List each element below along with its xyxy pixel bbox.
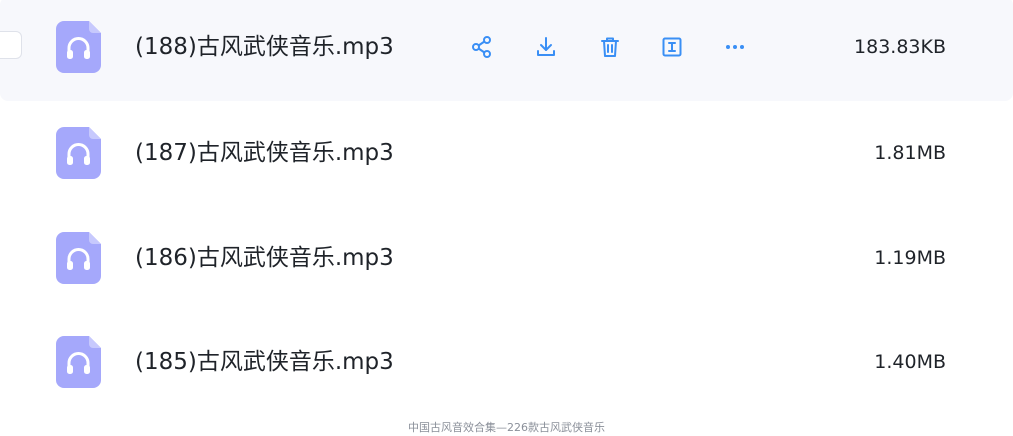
- headphones-file-icon: [56, 232, 101, 284]
- file-name[interactable]: (188)古风武侠音乐.mp3: [135, 30, 394, 64]
- row-checkbox[interactable]: [0, 31, 22, 59]
- footer-caption: 中国古风音效合集—226款古风武侠音乐: [408, 421, 605, 434]
- file-size: 183.83KB: [854, 36, 946, 58]
- file-name[interactable]: (187)古风武侠音乐.mp3: [135, 136, 394, 170]
- more-icon[interactable]: [721, 33, 749, 61]
- file-row[interactable]: (187)古风武侠音乐.mp3 1.81MB: [0, 103, 1013, 207]
- download-icon[interactable]: [532, 33, 560, 61]
- file-size: 1.19MB: [874, 247, 946, 269]
- file-size: 1.81MB: [874, 142, 946, 164]
- file-row[interactable]: (185)古风武侠音乐.mp3 1.40MB: [0, 312, 1013, 416]
- file-row[interactable]: (186)古风武侠音乐.mp3 1.19MB: [0, 208, 1013, 312]
- file-name[interactable]: (186)古风武侠音乐.mp3: [135, 241, 394, 275]
- share-icon[interactable]: [468, 33, 496, 61]
- headphones-file-icon: [56, 21, 101, 73]
- file-row[interactable]: (188)古风武侠音乐.mp3 183.83KB: [0, 0, 1013, 101]
- headphones-file-icon: [56, 127, 101, 179]
- file-size: 1.40MB: [874, 351, 946, 373]
- trash-icon[interactable]: [596, 33, 624, 61]
- rename-icon[interactable]: [658, 33, 686, 61]
- headphones-file-icon: [56, 336, 101, 388]
- file-name[interactable]: (185)古风武侠音乐.mp3: [135, 345, 394, 379]
- file-list: (188)古风武侠音乐.mp3 183.83KB (187)古风武侠音乐.mp3…: [0, 0, 1013, 418]
